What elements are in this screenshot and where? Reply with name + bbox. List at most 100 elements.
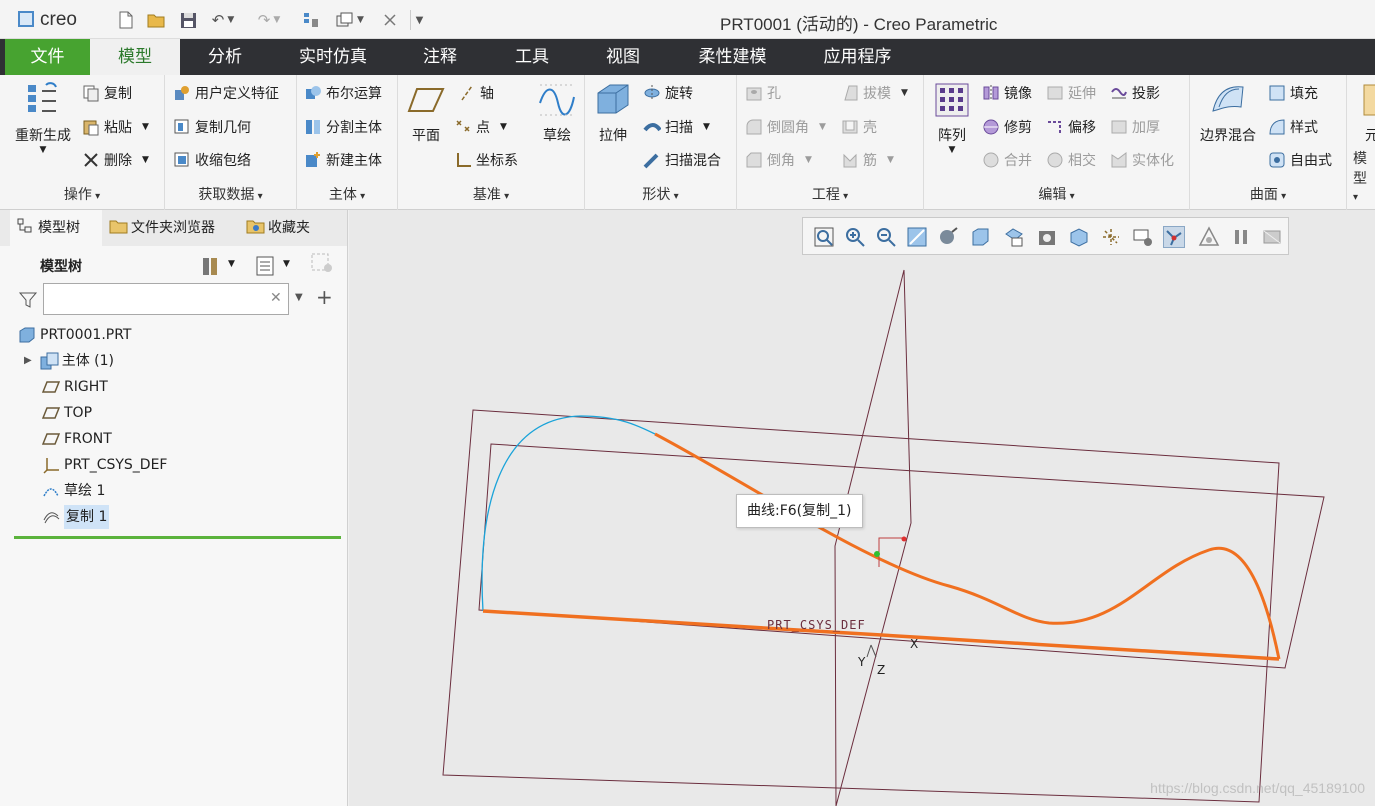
- spin-center-icon[interactable]: [1163, 226, 1185, 248]
- regenerate-button[interactable]: 重新生成 ▼: [8, 81, 78, 155]
- style-button[interactable]: 样式: [1268, 117, 1318, 137]
- udf-button[interactable]: 用户定义特征: [173, 83, 279, 103]
- boolean-button[interactable]: 布尔运算: [304, 83, 382, 103]
- redo-icon[interactable]: ↷ ▼: [254, 10, 284, 30]
- tab-flexible-modeling[interactable]: 柔性建模: [685, 39, 780, 75]
- fill-button[interactable]: 填充: [1268, 83, 1318, 103]
- open-file-icon[interactable]: [146, 10, 168, 30]
- zoom-out-icon[interactable]: [875, 226, 897, 248]
- filter-icon[interactable]: [18, 290, 38, 310]
- revolve-button[interactable]: 旋转: [643, 83, 693, 103]
- tab-model[interactable]: 模型: [90, 39, 180, 75]
- sketch-button[interactable]: 草绘: [535, 81, 579, 145]
- shrinkwrap-button[interactable]: 收缩包络: [173, 150, 251, 170]
- close-window-icon[interactable]: [380, 10, 400, 30]
- group-label-engineering[interactable]: 工程: [737, 184, 923, 204]
- split-body-button[interactable]: 分割主体: [304, 117, 382, 137]
- rib-button[interactable]: 筋 ▼: [841, 150, 894, 170]
- search-dropdown-icon[interactable]: ▼: [295, 292, 303, 303]
- group-label-get-data[interactable]: 获取数据: [165, 184, 296, 204]
- group-label-model-intent[interactable]: 模型: [1353, 148, 1375, 204]
- group-label-surfaces[interactable]: 曲面: [1190, 184, 1346, 204]
- clear-search-icon[interactable]: ✕: [270, 290, 282, 306]
- round-button[interactable]: 倒圆角 ▼: [745, 117, 826, 137]
- perspective-icon[interactable]: [1036, 226, 1058, 248]
- view-manager-icon[interactable]: [1003, 226, 1025, 248]
- repaint-icon[interactable]: [906, 226, 928, 248]
- group-label-editing[interactable]: 编辑: [924, 184, 1189, 204]
- trim-button[interactable]: 修剪: [982, 117, 1032, 137]
- point-button[interactable]: 点 ▼: [454, 117, 507, 137]
- tree-item-sketch[interactable]: 草绘 1: [42, 479, 105, 503]
- pause-icon[interactable]: [1230, 226, 1252, 248]
- project-button[interactable]: 投影: [1110, 83, 1160, 103]
- tree-item-bodies[interactable]: ▶ 主体 (1): [24, 349, 114, 373]
- customize-toolbar-icon[interactable]: ▼: [410, 10, 428, 30]
- mirror-button[interactable]: 镜像: [982, 83, 1032, 103]
- tree-columns-button[interactable]: ▼: [255, 252, 299, 276]
- copy-button[interactable]: 复制: [82, 83, 132, 103]
- copy-geometry-button[interactable]: 复制几何: [173, 117, 251, 137]
- render-icon[interactable]: [1261, 226, 1283, 248]
- intersect-button[interactable]: 相交: [1046, 150, 1096, 170]
- refit-icon[interactable]: [813, 226, 835, 248]
- tab-model-tree[interactable]: 模型树: [10, 210, 102, 246]
- plane-button[interactable]: 平面: [404, 81, 448, 145]
- saved-orientations-icon[interactable]: [970, 226, 992, 248]
- save-icon[interactable]: [178, 10, 198, 30]
- graphics-viewport[interactable]: PRT_CSYS_DEF X Y Z 曲线:F6(复制_1) https://b…: [349, 210, 1375, 806]
- pattern-button[interactable]: 阵列 ▼: [930, 81, 974, 155]
- boundary-blend-button[interactable]: 边界混合: [1196, 81, 1260, 145]
- thicken-button[interactable]: 加厚: [1110, 117, 1160, 137]
- expand-arrow-icon[interactable]: ▶: [24, 349, 32, 373]
- tab-annotate[interactable]: 注释: [400, 39, 480, 75]
- hole-button[interactable]: 孔: [745, 83, 781, 103]
- datum-display-icon[interactable]: [1100, 226, 1122, 248]
- offset-button[interactable]: 偏移: [1046, 117, 1096, 137]
- group-label-body[interactable]: 主体: [297, 184, 397, 204]
- model-intent-button[interactable]: 元: [1357, 81, 1375, 145]
- freestyle-button[interactable]: 自由式: [1268, 150, 1332, 170]
- regenerate-quick-icon[interactable]: [300, 10, 322, 30]
- zoom-in-icon[interactable]: [844, 226, 866, 248]
- group-label-operations[interactable]: 操作: [0, 184, 164, 204]
- group-label-shapes[interactable]: 形状: [585, 184, 736, 204]
- chamfer-button[interactable]: 倒角 ▼: [745, 150, 812, 170]
- tree-item-part[interactable]: PRT0001.PRT: [18, 323, 132, 347]
- tab-applications[interactable]: 应用程序: [805, 39, 910, 75]
- tab-favorites[interactable]: 收藏夹: [240, 210, 340, 246]
- appearance-icon[interactable]: [1198, 226, 1220, 248]
- draft-button[interactable]: 拔模 ▼: [841, 83, 908, 103]
- swept-blend-button[interactable]: 扫描混合: [643, 150, 721, 170]
- new-file-icon[interactable]: [116, 10, 136, 30]
- tree-item-front[interactable]: FRONT: [41, 427, 112, 451]
- tab-live-simulation[interactable]: 实时仿真: [283, 39, 383, 75]
- merge-button[interactable]: 合并: [982, 150, 1032, 170]
- sweep-button[interactable]: 扫描 ▼: [643, 117, 710, 137]
- annotation-display-icon[interactable]: [1132, 226, 1154, 248]
- tab-file[interactable]: 文件: [5, 39, 90, 75]
- extrude-button[interactable]: 拉伸: [591, 81, 635, 145]
- csys-button[interactable]: 坐标系: [454, 150, 518, 170]
- paste-button[interactable]: 粘贴 ▼: [82, 117, 149, 137]
- tab-analysis[interactable]: 分析: [180, 39, 270, 75]
- tree-item-right[interactable]: RIGHT: [41, 375, 108, 399]
- display-style-icon[interactable]: [937, 226, 959, 248]
- delete-button[interactable]: 删除 ▼: [82, 150, 149, 170]
- tree-item-top[interactable]: TOP: [41, 401, 92, 425]
- tree-search-input[interactable]: [43, 283, 289, 315]
- shell-button[interactable]: 壳: [841, 117, 877, 137]
- tree-item-csys[interactable]: PRT_CSYS_DEF: [42, 453, 167, 477]
- section-icon[interactable]: [1068, 226, 1090, 248]
- extend-button[interactable]: 延伸: [1046, 83, 1096, 103]
- add-filter-icon[interactable]: +: [316, 285, 333, 309]
- group-label-datum[interactable]: 基准: [398, 184, 584, 204]
- tab-folder-browser[interactable]: 文件夹浏览器: [103, 210, 235, 246]
- tab-view[interactable]: 视图: [583, 39, 663, 75]
- tree-item-copy[interactable]: 复制 1: [42, 505, 110, 529]
- show-hide-icon[interactable]: [310, 252, 338, 276]
- tree-settings-button[interactable]: ▼: [200, 252, 244, 276]
- axis-button[interactable]: 轴: [458, 83, 494, 103]
- solidify-button[interactable]: 实体化: [1110, 150, 1174, 170]
- windows-icon[interactable]: ▼: [330, 10, 370, 30]
